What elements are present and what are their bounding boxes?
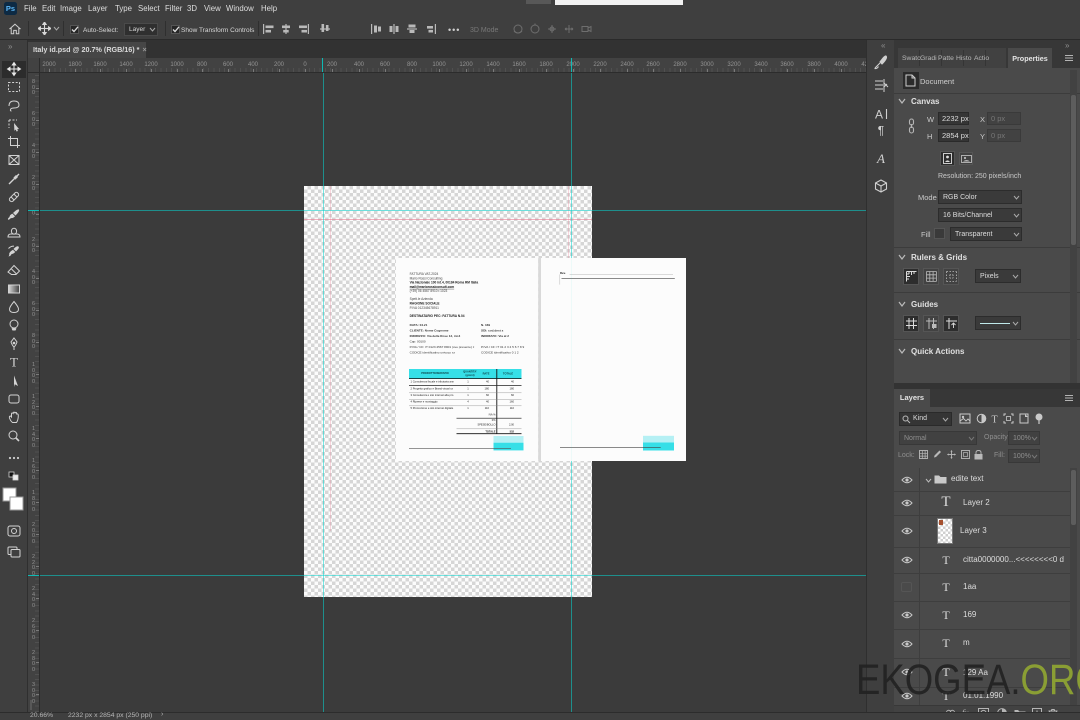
svg-text:(giorni): (giorni) [466, 373, 475, 377]
svg-text:110: 110 [485, 406, 490, 410]
svg-text:A: A [876, 151, 885, 166]
svg-text:160: 160 [510, 400, 515, 404]
svg-text:CLIENTE: Nome Cognome: CLIENTE: Nome Cognome [410, 329, 449, 333]
svg-text:RAGIONE SOCIALE: RAGIONE SOCIALE [410, 302, 440, 306]
svg-text:RATE: RATE [483, 371, 490, 375]
svg-text:180: 180 [510, 386, 515, 390]
svg-text:QUANTITA': QUANTITA' [463, 370, 477, 374]
svg-text:552: 552 [510, 430, 515, 434]
svg-text:TOTALE: TOTALE [485, 430, 495, 434]
svg-text:Spett.le Azienda: Spett.le Azienda [410, 297, 433, 301]
svg-text:CODICE identificativo univoco: CODICE identificativo univoco xx [410, 351, 456, 355]
svg-text:CODICE identificativo 0 1 2: CODICE identificativo 0 1 2 [481, 351, 519, 355]
svg-text:Cap: 00100: Cap: 00100 [410, 340, 426, 344]
svg-text:DESTINATARIO PEC: FATTURA N.04: DESTINATARIO PEC: FATTURA N.04 [410, 314, 465, 318]
svg-text:N. 169: N. 169 [481, 323, 490, 327]
svg-text:2,00: 2,00 [509, 423, 515, 427]
svg-text:40: 40 [486, 380, 489, 384]
svg-text:TOTALE: TOTALE [503, 371, 513, 375]
svg-text:2 Progetto grafico e Brand vi: 2 Progetto grafico e Brand visual xx [411, 386, 454, 390]
svg-text:5 Promozione e sito internet: 5 Promozione e sito internet digitale [411, 406, 454, 410]
svg-text:DATA: 04.21: DATA: 04.21 [410, 323, 428, 327]
svg-text:A: A [875, 108, 883, 122]
svg-text:60: 60 [486, 393, 489, 397]
svg-text:60: 60 [511, 393, 514, 397]
svg-text:IVA %: IVA % [489, 412, 497, 416]
svg-text:SDI: cod.dest x: SDI: cod.dest x [481, 329, 504, 333]
svg-text:T: T [991, 415, 997, 426]
svg-text:(+39) 06 4567 8910 r.1023: (+39) 06 4567 8910 r.1023 [410, 289, 448, 293]
svg-text:T: T [10, 355, 18, 370]
svg-text:40: 40 [486, 400, 489, 404]
svg-text:180: 180 [485, 386, 490, 390]
svg-text:P.IVA / CF: IT 01 2 3 4 5 6 7: P.IVA / CF: IT 01 2 3 4 5 6 7 8 9 [481, 345, 524, 349]
svg-text:3 Consulenza e sito internet: 3 Consulenza e sito internet alla pro [411, 393, 454, 397]
svg-text:P.IVA / CF: IT 0123 4567 8901: P.IVA / CF: IT 0123 4567 8901 (ove prese… [410, 345, 475, 349]
svg-text:PRODOTTO/SERVIZIO: PRODOTTO/SERVIZIO [421, 371, 448, 375]
svg-text:Rev.: Rev. [560, 271, 566, 275]
svg-text:SPESE/BOLLO: SPESE/BOLLO [477, 423, 495, 427]
svg-text:P.IVA 012345678911: P.IVA 012345678911 [410, 306, 439, 310]
svg-text:¶: ¶ [878, 124, 884, 138]
svg-text:40: 40 [511, 380, 514, 384]
svg-text:1 Consulenza fiscale e tribut: 1 Consulenza fiscale e tributaria ann [411, 380, 455, 384]
svg-text:4 Riprese e montaggio: 4 Riprese e montaggio [411, 400, 439, 404]
svg-text:INDIRIZZO: Via al 2: INDIRIZZO: Via al 2 [481, 334, 509, 338]
svg-text:INDIRIZZO: Via delle Rose 12,: INDIRIZZO: Via delle Rose 12, int.3 [410, 334, 461, 338]
svg-text:110: 110 [510, 406, 515, 410]
